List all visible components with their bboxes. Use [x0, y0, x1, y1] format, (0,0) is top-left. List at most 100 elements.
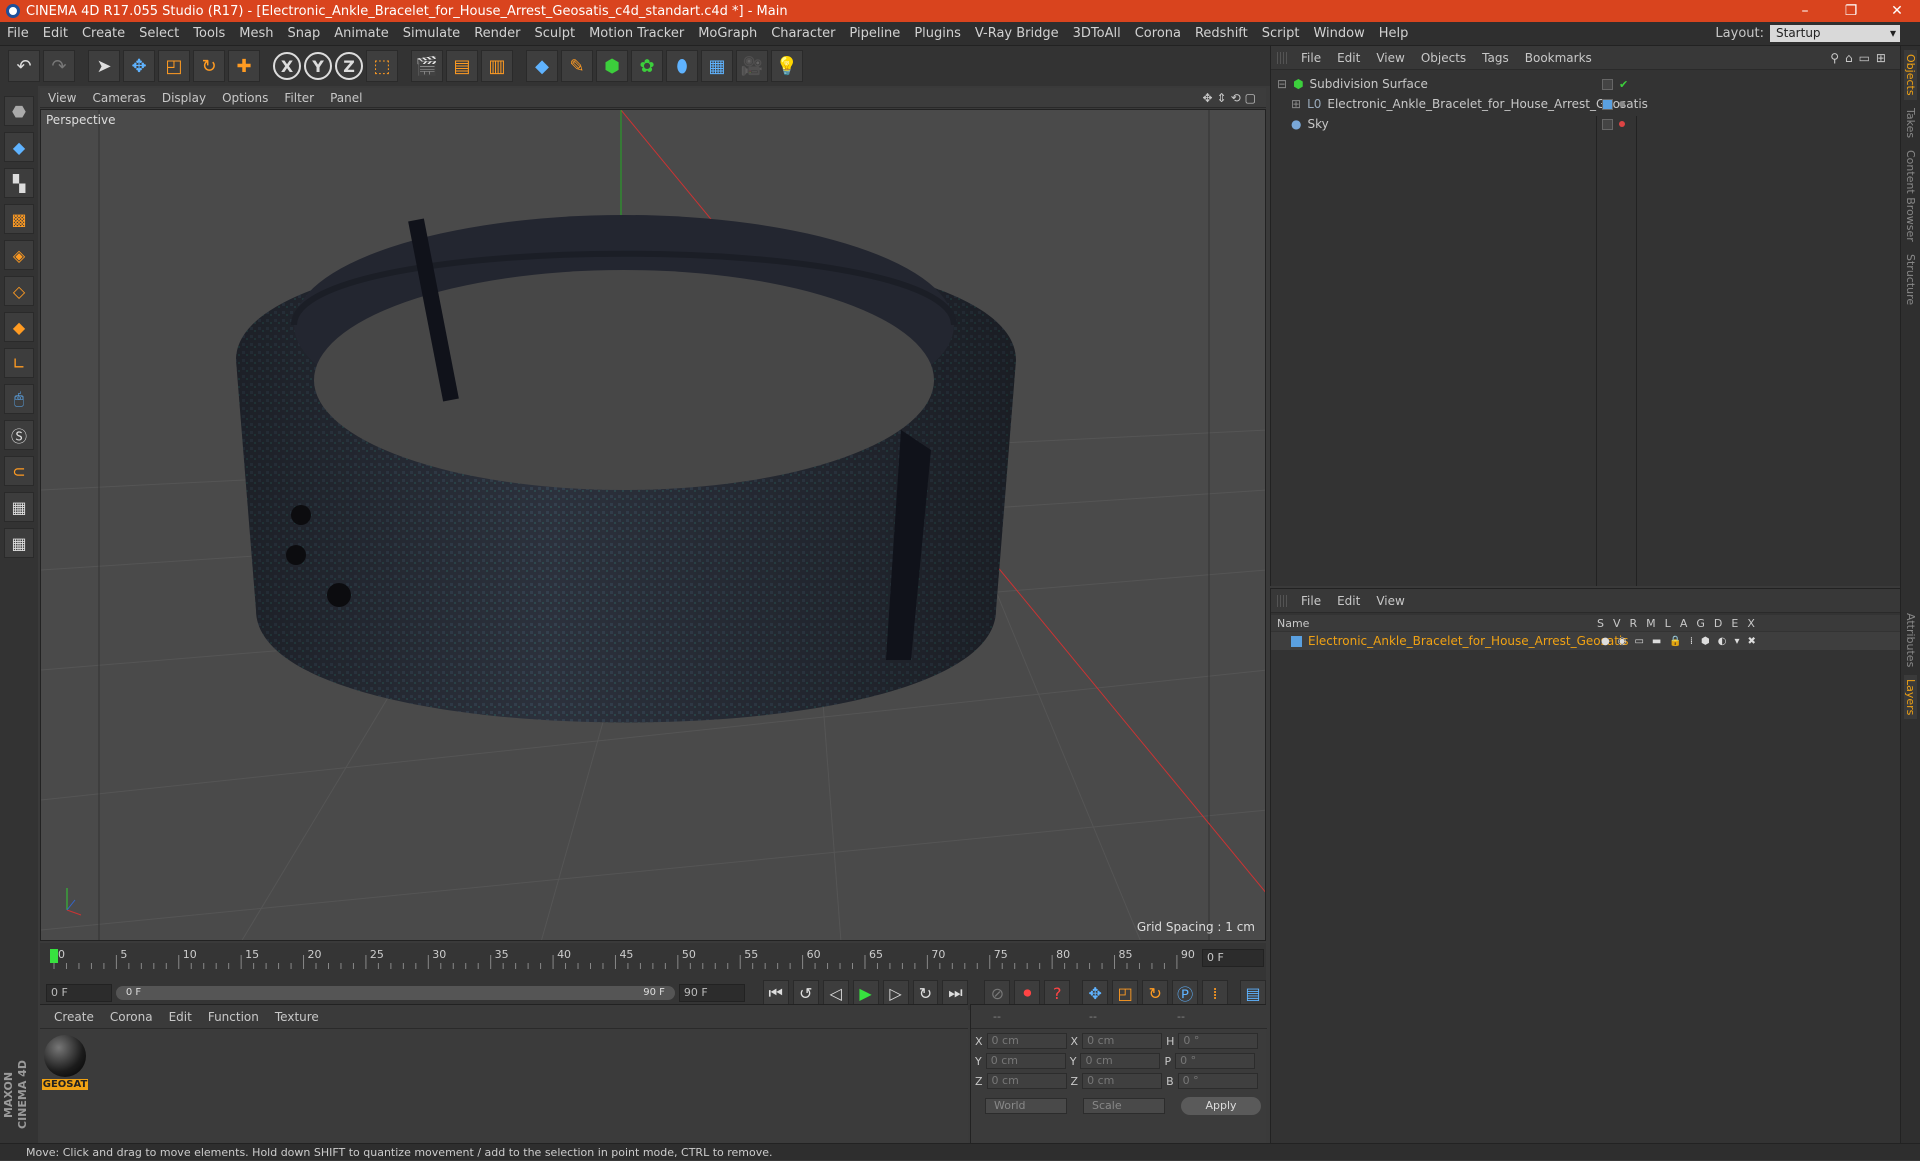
camera-icon[interactable]: 🎥 [736, 50, 768, 82]
layer-color-icon[interactable] [1291, 635, 1302, 647]
panel-grip-icon[interactable] [1277, 595, 1289, 607]
lock-icon[interactable]: 🔒 [1669, 636, 1681, 647]
material-menu-function[interactable]: Function [200, 1010, 267, 1024]
menu-tools[interactable]: Tools [186, 26, 232, 41]
menu-mesh[interactable]: Mesh [232, 26, 280, 41]
tab-takes[interactable]: Takes [1904, 104, 1917, 142]
go-to-end-icon[interactable]: ⏭ [942, 980, 969, 1006]
key-rotation-icon[interactable]: ↻ [1142, 980, 1169, 1006]
layer-tag-icon[interactable] [1602, 118, 1613, 130]
undo-icon[interactable]: ↶ [8, 50, 40, 82]
current-frame-field[interactable]: 0 F [1202, 949, 1264, 967]
position-y-field[interactable]: 0 cm [985, 1053, 1066, 1069]
record-keys-icon[interactable]: ⊘ [984, 980, 1011, 1006]
solo-dot-icon[interactable]: ● [1601, 636, 1610, 647]
axis-x-button[interactable]: X [273, 52, 301, 80]
tab-content-browser[interactable]: Content Browser [1904, 146, 1917, 246]
menu-mograph[interactable]: MoGraph [691, 26, 764, 41]
array-cloner-icon[interactable]: ✿ [631, 50, 663, 82]
autokey-icon[interactable]: ⏺ [1014, 980, 1041, 1006]
render-clapper-icon[interactable]: ▭ [1634, 636, 1643, 647]
visibility-dot-icon[interactable] [1619, 101, 1625, 107]
polygons-mode-icon[interactable]: ◆ [4, 312, 34, 342]
expression-icon[interactable]: ▾ [1734, 636, 1739, 647]
rotate-tool-icon[interactable]: ↻ [193, 50, 225, 82]
menu-redshift[interactable]: Redshift [1188, 26, 1255, 41]
menu-help[interactable]: Help [1372, 26, 1416, 41]
deformer-icon[interactable]: ⬮ [666, 50, 698, 82]
axis-z-button[interactable]: Z [335, 52, 363, 80]
viewport-menu-filter[interactable]: Filter [276, 91, 322, 105]
menu-motion-tracker[interactable]: Motion Tracker [582, 26, 691, 41]
apply-button[interactable]: Apply [1181, 1097, 1261, 1115]
objects-menu-file[interactable]: File [1293, 51, 1329, 65]
menu-snap[interactable]: Snap [281, 26, 328, 41]
snap-magnet-icon[interactable]: ⊂ [4, 456, 34, 486]
key-parameter-icon[interactable]: Ⓟ [1172, 980, 1199, 1006]
play-forward-icon[interactable]: ▶ [852, 980, 879, 1006]
timeline[interactable]: 0 5 10 15 20 25 30 35 40 45 50 55 60 65 70 75 80 85 90 0 F [40, 943, 1266, 976]
light-icon[interactable]: 💡 [771, 50, 803, 82]
material-menu-corona[interactable]: Corona [102, 1010, 161, 1024]
menu-simulate[interactable]: Simulate [396, 26, 467, 41]
size-x-field[interactable]: 0 cm [1082, 1033, 1163, 1049]
menu-3dtoall[interactable]: 3DToAll [1066, 26, 1128, 41]
workplane-mode-icon[interactable]: ▩ [4, 204, 34, 234]
select-arrow-icon[interactable]: ➤ [88, 50, 120, 82]
objects-menu-edit[interactable]: Edit [1329, 51, 1368, 65]
manager-icon[interactable]: ▬ [1652, 636, 1661, 647]
coord-space-dropdown[interactable]: World [985, 1098, 1067, 1114]
points-mode-icon[interactable]: ◈ [4, 240, 34, 270]
layer-row[interactable]: Electronic_Ankle_Bracelet_for_House_Arre… [1271, 632, 1901, 650]
eye-icon[interactable]: ◉ [1618, 636, 1627, 647]
cube-icon[interactable]: ◆ [526, 50, 558, 82]
enabled-check-icon[interactable]: ✔ [1619, 78, 1628, 91]
deformer-icon[interactable]: ◐ [1718, 636, 1727, 647]
viewport-menu-panel[interactable]: Panel [322, 91, 370, 105]
go-to-start-icon[interactable]: ⏮ [762, 980, 789, 1006]
tree-collapse-icon[interactable]: ⊟ [1277, 77, 1287, 91]
object-row-subdivision[interactable]: ⊟ ⬢ Subdivision Surface ✔ [1277, 74, 1897, 94]
material-menu-edit[interactable]: Edit [161, 1010, 200, 1024]
menu-corona[interactable]: Corona [1128, 26, 1188, 41]
size-y-field[interactable]: 0 cm [1080, 1053, 1161, 1069]
next-key-icon[interactable]: ↻ [912, 980, 939, 1006]
layer-toggle-icons[interactable]: ● ◉ ▭ ▬ 🔒 ⁞ ⬢ ◐ ▾ ✖ [1601, 636, 1756, 647]
tab-attributes[interactable]: Attributes [1904, 609, 1917, 671]
maximize-button[interactable]: ❐ [1828, 3, 1874, 19]
move-tool-icon[interactable]: ✥ [123, 50, 155, 82]
key-scale-icon[interactable]: ◰ [1112, 980, 1139, 1006]
previous-key-icon[interactable]: ↺ [792, 980, 819, 1006]
render-picture-viewer-icon[interactable]: ▤ [446, 50, 478, 82]
minimize-button[interactable]: – [1782, 3, 1828, 19]
material-menu-create[interactable]: Create [46, 1010, 102, 1024]
ankle-bracelet-model[interactable] [236, 215, 1016, 723]
visibility-dot-icon[interactable] [1619, 121, 1625, 127]
rotation-h-field[interactable]: 0 ° [1178, 1033, 1259, 1049]
texture-mode-icon[interactable]: ▚ [4, 168, 34, 198]
key-pla-icon[interactable]: ⁞ [1202, 980, 1229, 1006]
material-menu-texture[interactable]: Texture [267, 1010, 327, 1024]
material-swatch[interactable]: GEOSAT [42, 1035, 88, 1093]
previous-frame-icon[interactable]: ◁ [822, 980, 849, 1006]
panel-grip-icon[interactable] [1277, 52, 1289, 64]
render-view-icon[interactable]: 🎬 [411, 50, 443, 82]
timeline-window-icon[interactable]: ▤ [1240, 980, 1266, 1006]
key-position-icon[interactable]: ✥ [1082, 980, 1109, 1006]
end-frame-field[interactable]: 90 F [678, 984, 745, 1002]
menu-plugins[interactable]: Plugins [907, 26, 968, 41]
menu-vray-bridge[interactable]: V-Ray Bridge [968, 26, 1066, 41]
objects-search-icons[interactable]: ⚲⌂▭⊞ [1830, 51, 1892, 65]
layers-menu-view[interactable]: View [1368, 594, 1412, 608]
layer-tag-icon[interactable] [1602, 78, 1613, 90]
tab-layers[interactable]: Layers [1904, 675, 1917, 720]
layers-menu-file[interactable]: File [1293, 594, 1329, 608]
layers-menu-edit[interactable]: Edit [1329, 594, 1368, 608]
layer-color-icon[interactable] [1602, 98, 1613, 110]
next-frame-icon[interactable]: ▷ [882, 980, 909, 1006]
rotation-p-field[interactable]: 0 ° [1175, 1053, 1256, 1069]
viewport-perspective[interactable]: Perspective Grid Spacing : 1 cm [40, 109, 1266, 941]
tab-structure[interactable]: Structure [1904, 250, 1917, 309]
pen-spline-icon[interactable]: ✎ [561, 50, 593, 82]
edges-mode-icon[interactable]: ◇ [4, 276, 34, 306]
